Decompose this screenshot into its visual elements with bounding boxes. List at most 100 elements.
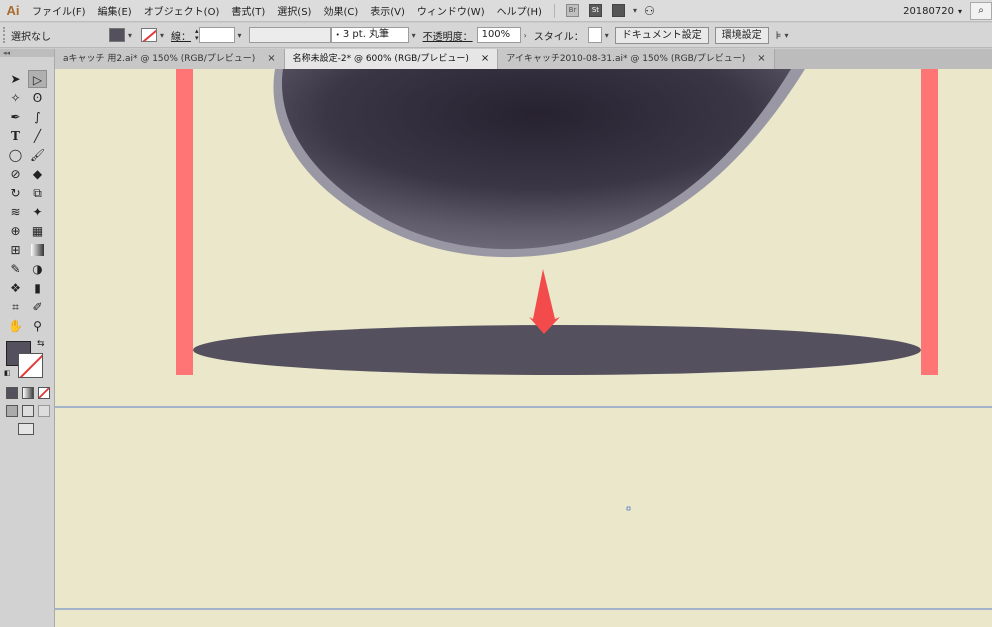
scale-tool-icon[interactable]: ⧉ <box>28 184 47 202</box>
menu-edit[interactable]: 編集(E) <box>92 3 138 18</box>
menu-separator <box>553 3 555 18</box>
menu-window[interactable]: ウィンドウ(W) <box>411 3 491 18</box>
artboard-tool-icon[interactable]: ⌗ <box>6 298 25 316</box>
menu-select[interactable]: 選択(S) <box>271 3 317 18</box>
paintbrush-tool-icon[interactable]: 🖌 <box>28 146 47 164</box>
stroke-label[interactable]: 線： <box>167 28 195 43</box>
guide-bar-right <box>921 69 938 375</box>
puppet-warp-tool-icon[interactable]: ✦ <box>28 203 47 221</box>
artwork <box>55 69 992 610</box>
rotate-tool-icon[interactable]: ↻ <box>6 184 25 202</box>
chevron-down-icon[interactable]: ▾ <box>409 31 419 40</box>
menu-view[interactable]: 表示(V) <box>364 3 411 18</box>
arrange-documents-icon[interactable] <box>611 4 625 17</box>
menu-file[interactable]: ファイル(F) <box>26 3 92 18</box>
screen-mode-icon[interactable] <box>18 423 34 435</box>
close-icon[interactable]: × <box>267 49 275 69</box>
magic-wand-tool-icon[interactable]: ✧ <box>6 89 25 107</box>
perspective-grid-tool-icon[interactable]: ▦ <box>28 222 47 240</box>
menu-effect[interactable]: 効果(C) <box>317 3 364 18</box>
chevron-down-icon[interactable]: ▾ <box>235 31 245 40</box>
mesh-tool-icon[interactable]: ⊞ <box>6 241 25 259</box>
draw-inside-icon[interactable] <box>38 405 50 417</box>
menu-type[interactable]: 書式(T) <box>225 3 271 18</box>
shape-builder-tool-icon[interactable]: ⊕ <box>6 222 25 240</box>
gradient-mode-icon[interactable] <box>22 387 34 399</box>
document-tabs: aキャッチ 用2.ai* @ 150% (RGB/プレビュー) × 名称未設定-… <box>55 49 992 69</box>
artboard-canvas[interactable] <box>55 69 992 627</box>
gpu-performance-icon[interactable]: ⚇ <box>644 4 655 18</box>
direct-selection-tool-icon[interactable]: ▷ <box>28 69 47 88</box>
shaper-tool-icon[interactable]: ⊘ <box>6 165 25 183</box>
color-mode-row <box>0 387 54 401</box>
graphic-style-swatch[interactable] <box>587 27 602 43</box>
collapse-panel-icon[interactable]: ◂◂ <box>0 49 54 57</box>
brush-dot-icon: • <box>335 31 340 39</box>
stock-button[interactable]: St <box>588 4 602 17</box>
menu-bar: Ai ファイル(F) 編集(E) オブジェクト(O) 書式(T) 選択(S) 効… <box>0 0 992 22</box>
column-graph-tool-icon[interactable]: ▮ <box>28 279 47 297</box>
pen-tool-icon[interactable]: ✒ <box>6 108 25 126</box>
type-tool-icon[interactable]: T <box>6 127 25 145</box>
chevron-down-icon[interactable]: ▾ <box>782 31 792 40</box>
blob-shape <box>281 69 791 250</box>
document-tab[interactable]: aキャッチ 用2.ai* @ 150% (RGB/プレビュー) × <box>55 49 285 69</box>
workspace-switcher[interactable]: 20180720 ▾ <box>895 3 962 19</box>
tools-panel: ◂◂ ➤ ▷ ✧ ʘ ✒ ∫ T ╱ ◯ 🖌 ⊘ ◆ ↻ ⧉ ≋ ✦ ⊕ ▦ ⊞ ✎ ◑ ❖ ▮ ⌗ ✐… <box>0 49 55 627</box>
brush-definition-dropdown[interactable]: • 3 pt. 丸筆 <box>330 27 409 43</box>
bridge-button[interactable]: Br <box>565 4 579 17</box>
gradient-tool-icon[interactable] <box>31 243 44 256</box>
control-bar: 選択なし ▾ ▾ 線： ▴ ▾ ▾ • 3 pt. 丸筆 ▾ 不透明度： 100%… <box>0 23 992 48</box>
blend-tool-icon[interactable]: ◑ <box>28 260 47 278</box>
tab-label: アイキャッチ2010-08-31.ai* @ 150% (RGB/プレビュー) <box>506 54 746 64</box>
eraser-tool-icon[interactable]: ◆ <box>28 165 47 183</box>
close-icon[interactable]: × <box>757 49 765 69</box>
chevron-down-icon[interactable]: ▾ <box>602 31 612 40</box>
zoom-tool-icon[interactable]: ⚲ <box>28 317 47 335</box>
draw-behind-icon[interactable] <box>22 405 34 417</box>
drawing-mode-row <box>0 405 54 419</box>
menu-object[interactable]: オブジェクト(O) <box>138 3 226 18</box>
ellipse-tool-icon[interactable]: ◯ <box>6 146 25 164</box>
default-colors-icon[interactable]: ◧ <box>4 369 11 377</box>
selection-tool-icon[interactable]: ➤ <box>6 70 25 88</box>
document-setup-button[interactable]: ドキュメント設定 <box>614 26 709 44</box>
none-mode-icon[interactable] <box>38 387 50 399</box>
line-tool-icon[interactable]: ╱ <box>28 127 47 145</box>
fill-stroke-area: ⇆ ◧ <box>0 339 54 383</box>
brush-value: 3 pt. 丸筆 <box>342 29 390 40</box>
document-tab[interactable]: アイキャッチ2010-08-31.ai* @ 150% (RGB/プレビュー) … <box>498 49 775 69</box>
stroke-swatch[interactable] <box>18 353 43 378</box>
opacity-field[interactable]: 100% <box>476 27 521 43</box>
close-icon[interactable]: × <box>481 49 489 69</box>
hand-tool-icon[interactable]: ✋ <box>6 317 25 335</box>
preferences-button[interactable]: 環境設定 <box>714 26 769 44</box>
color-mode-icon[interactable] <box>6 387 18 399</box>
slice-tool-icon[interactable]: ✐ <box>28 298 47 316</box>
chevron-right-icon[interactable]: › <box>521 31 530 40</box>
chevron-down-icon[interactable]: ▾ <box>125 31 135 40</box>
chevron-down-icon[interactable]: ▾ <box>630 6 640 15</box>
selection-status: 選択なし <box>11 31 51 43</box>
curvature-tool-icon[interactable]: ∫ <box>28 108 47 126</box>
fill-color-swatch[interactable] <box>109 28 125 42</box>
stroke-weight-field[interactable] <box>198 27 235 43</box>
document-tab-active[interactable]: 名称未設定-2* @ 600% (RGB/プレビュー) × <box>284 49 499 69</box>
width-tool-icon[interactable]: ≋ <box>6 203 25 221</box>
eyedropper-tool-icon[interactable]: ✎ <box>6 260 25 278</box>
tab-label: aキャッチ 用2.ai* @ 150% (RGB/プレビュー) <box>63 54 256 64</box>
shadow-ellipse <box>193 325 921 375</box>
variable-width-profile[interactable] <box>248 27 331 43</box>
chevron-down-icon[interactable]: ▾ <box>157 31 167 40</box>
stroke-color-swatch[interactable] <box>141 28 158 42</box>
chevron-down-icon: ▾ <box>957 6 962 16</box>
draw-normal-icon[interactable] <box>6 405 18 417</box>
lasso-tool-icon[interactable]: ʘ <box>28 89 47 107</box>
opacity-label[interactable]: 不透明度： <box>419 28 477 43</box>
swap-fill-stroke-icon[interactable]: ⇆ <box>37 339 45 349</box>
symbol-sprayer-tool-icon[interactable]: ❖ <box>6 279 25 297</box>
search-icon[interactable]: ⌕ <box>970 2 992 20</box>
menu-help[interactable]: ヘルプ(H) <box>491 3 548 18</box>
tab-label: 名称未設定-2* @ 600% (RGB/プレビュー) <box>292 54 469 64</box>
guide-bar-left <box>176 69 193 375</box>
